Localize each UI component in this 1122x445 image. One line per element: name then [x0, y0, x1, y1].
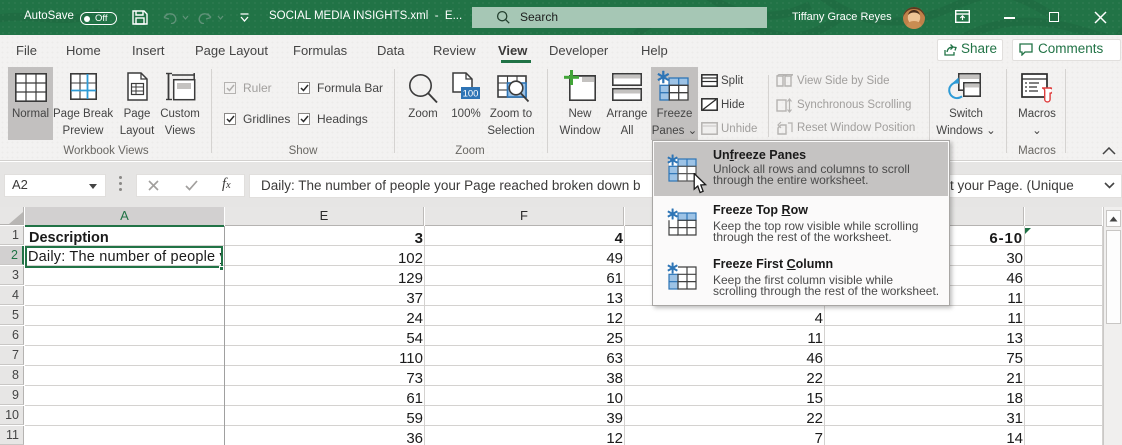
- svg-text:100: 100: [463, 89, 479, 100]
